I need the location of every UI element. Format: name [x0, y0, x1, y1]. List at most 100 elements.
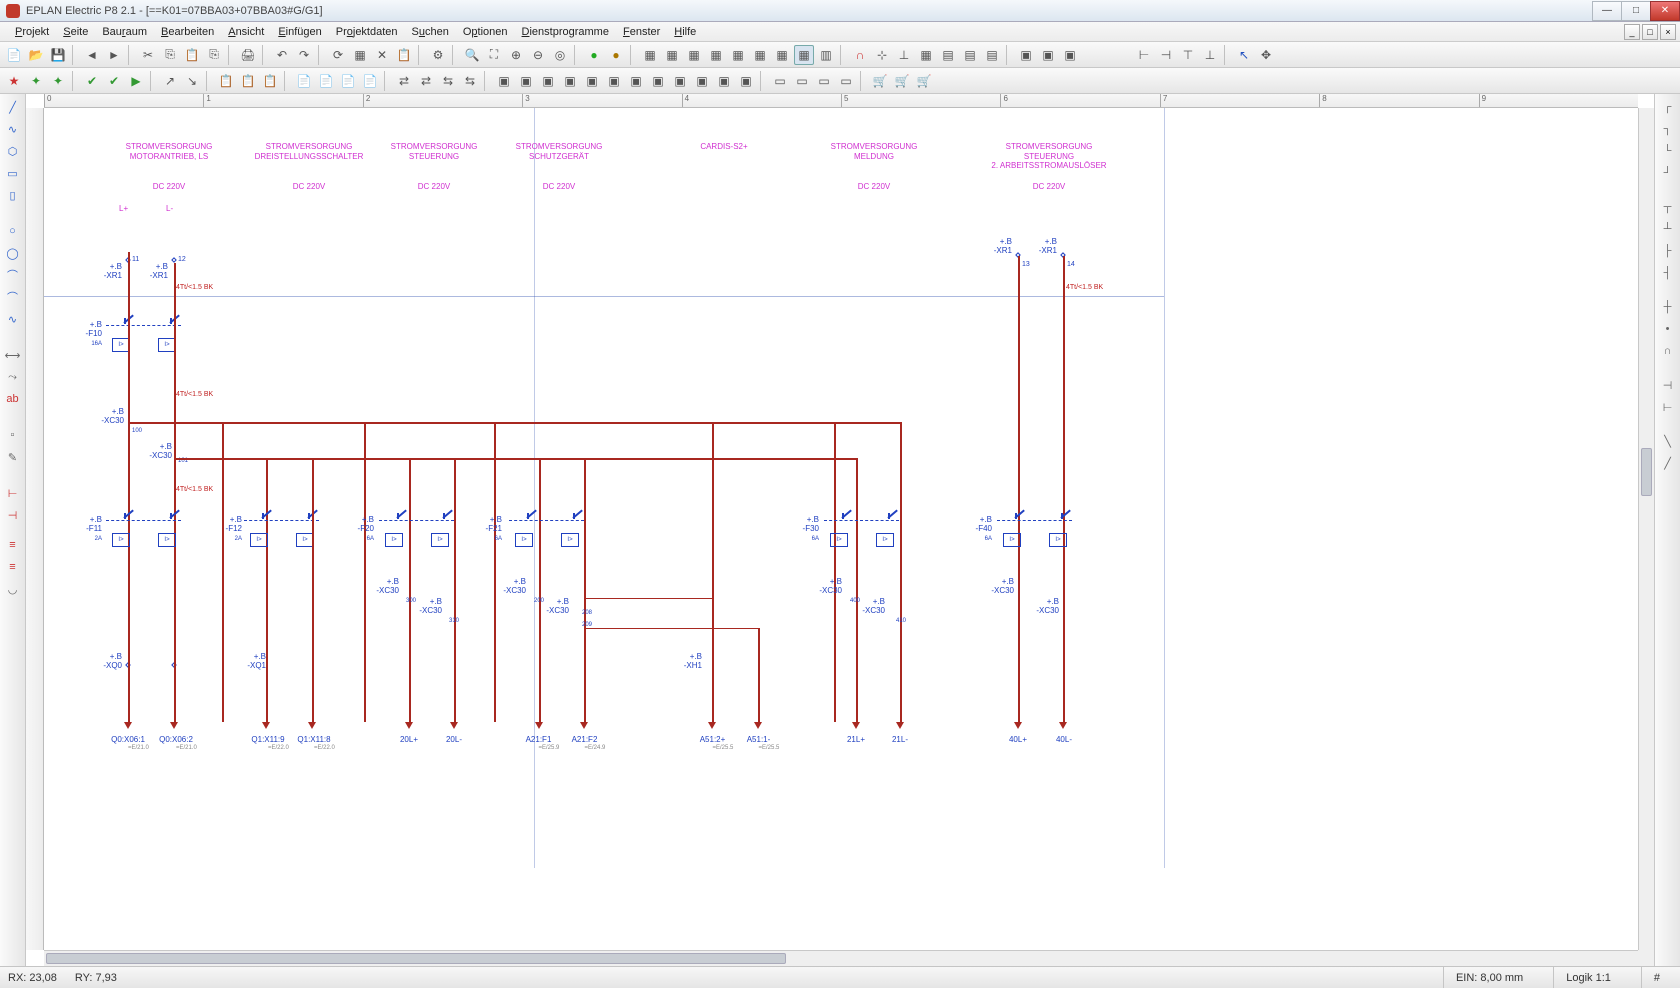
- tb-cut[interactable]: ✂: [138, 45, 158, 65]
- tb-snap[interactable]: ⊹: [872, 45, 892, 65]
- tb2-check[interactable]: ✔: [82, 71, 102, 91]
- menu-bearbeiten[interactable]: Bearbeiten: [154, 24, 221, 40]
- rt-cross-icon[interactable]: ┼: [1659, 298, 1677, 316]
- tb-view2[interactable]: ▦: [662, 45, 682, 65]
- rt-node-icon[interactable]: •: [1659, 320, 1677, 338]
- vt-spline-icon[interactable]: ∿: [4, 310, 22, 328]
- tb-paste[interactable]: 📋: [182, 45, 202, 65]
- close-button[interactable]: ✕: [1650, 1, 1680, 21]
- tb-redo[interactable]: ↷: [294, 45, 314, 65]
- menu-bauraum[interactable]: Bauraum: [95, 24, 154, 40]
- maximize-button[interactable]: □: [1621, 1, 1651, 21]
- tb2-part3[interactable]: ▣: [538, 71, 558, 91]
- vt-dim-icon[interactable]: ⟷: [4, 346, 22, 364]
- vt-path-icon[interactable]: ⤳: [4, 368, 22, 386]
- tb-undo[interactable]: ↶: [272, 45, 292, 65]
- tb-zoom-fit[interactable]: ⛶: [484, 45, 504, 65]
- vt-circle-icon[interactable]: ○: [4, 222, 22, 240]
- vt-intpoint1-icon[interactable]: ⊢: [4, 484, 22, 502]
- tb-print[interactable]: 🖨: [238, 45, 258, 65]
- tb-copy[interactable]: ⎘: [160, 45, 180, 65]
- tb2-cart2[interactable]: 🛒: [892, 71, 912, 91]
- vt-line-icon[interactable]: ╱: [4, 98, 22, 116]
- tb-view3[interactable]: ▦: [684, 45, 704, 65]
- menu-projekt[interactable]: Projekt: [8, 24, 56, 40]
- tb2-part10[interactable]: ▣: [692, 71, 712, 91]
- tb-navi3[interactable]: ▣: [1060, 45, 1080, 65]
- tb2-plc1[interactable]: ▭: [770, 71, 790, 91]
- vt-poly-icon[interactable]: ⬡: [4, 142, 22, 160]
- tb-layer3[interactable]: ▤: [982, 45, 1002, 65]
- vt-rect-icon[interactable]: ▭: [4, 164, 22, 182]
- tb2-doc3[interactable]: 📄: [338, 71, 358, 91]
- tb2-macro1[interactable]: ★: [4, 71, 24, 91]
- menu-projektdaten[interactable]: Projektdaten: [329, 24, 405, 40]
- tb-view5[interactable]: ▦: [728, 45, 748, 65]
- tb2-part2[interactable]: ▣: [516, 71, 536, 91]
- tb-navi2[interactable]: ▣: [1038, 45, 1058, 65]
- tb2-part6[interactable]: ▣: [604, 71, 624, 91]
- menu-ansicht[interactable]: Ansicht: [221, 24, 271, 40]
- tb-zoom-out[interactable]: ⊖: [528, 45, 548, 65]
- tb2-doc4[interactable]: 📄: [360, 71, 380, 91]
- tb-align[interactable]: ▦: [916, 45, 936, 65]
- vt-text-icon[interactable]: ab: [4, 390, 22, 408]
- drawing-area[interactable]: 0123456789 STROMVERSORGUNGMOTORANTRIEB, …: [26, 94, 1654, 966]
- tb-view7[interactable]: ▦: [772, 45, 792, 65]
- tb2-doc1[interactable]: 📄: [294, 71, 314, 91]
- tb2-report2[interactable]: 📋: [238, 71, 258, 91]
- tb-term2[interactable]: ⊣: [1156, 45, 1176, 65]
- tb-properties[interactable]: 📋: [394, 45, 414, 65]
- minimize-button[interactable]: —: [1592, 1, 1622, 21]
- rt-tee1-icon[interactable]: ┬: [1659, 198, 1677, 216]
- rt-tee4-icon[interactable]: ┤: [1659, 264, 1677, 282]
- tb2-part4[interactable]: ▣: [560, 71, 580, 91]
- tb2-sync1[interactable]: ⇄: [394, 71, 414, 91]
- tb-term1[interactable]: ⊢: [1134, 45, 1154, 65]
- rt-tee2-icon[interactable]: ┴: [1659, 220, 1677, 238]
- tb2-report3[interactable]: 📋: [260, 71, 280, 91]
- rt-corner3-icon[interactable]: └: [1659, 142, 1677, 160]
- tb-new[interactable]: 📄: [4, 45, 24, 65]
- tb-term3[interactable]: ⊤: [1178, 45, 1198, 65]
- tb2-sync3[interactable]: ⇆: [438, 71, 458, 91]
- tb-term4[interactable]: ⊥: [1200, 45, 1220, 65]
- tb2-part11[interactable]: ▣: [714, 71, 734, 91]
- tb-open[interactable]: 📂: [26, 45, 46, 65]
- vt-polyline-icon[interactable]: ∿: [4, 120, 22, 138]
- tb-view4[interactable]: ▦: [706, 45, 726, 65]
- vt-shield-icon[interactable]: ◡: [4, 580, 22, 598]
- tb2-eval[interactable]: ▶: [126, 71, 146, 91]
- tb-delete[interactable]: ✕: [372, 45, 392, 65]
- menu-optionen[interactable]: Optionen: [456, 24, 515, 40]
- vt-image-icon[interactable]: ▫: [4, 426, 22, 444]
- tb2-part12[interactable]: ▣: [736, 71, 756, 91]
- tb-next-page[interactable]: ►: [104, 45, 124, 65]
- tb-cursor[interactable]: ↖: [1234, 45, 1254, 65]
- rt-break2-icon[interactable]: ⊢: [1659, 398, 1677, 416]
- horizontal-scrollbar[interactable]: [44, 950, 1638, 966]
- vt-break-icon[interactable]: ≡: [4, 536, 22, 554]
- tb2-connect1[interactable]: ↗: [160, 71, 180, 91]
- tb-ortho[interactable]: ⊥: [894, 45, 914, 65]
- vscroll-thumb[interactable]: [1641, 448, 1652, 496]
- vt-intpoint2-icon[interactable]: ⊣: [4, 506, 22, 524]
- vt-arc2-icon[interactable]: ⌒: [4, 288, 22, 306]
- rt-corner1-icon[interactable]: ┌: [1659, 98, 1677, 116]
- tb2-sync2[interactable]: ⇄: [416, 71, 436, 91]
- tb2-part5[interactable]: ▣: [582, 71, 602, 91]
- vt-pencil-icon[interactable]: ✎: [4, 448, 22, 466]
- menu-seite[interactable]: Seite: [56, 24, 95, 40]
- tb-settings[interactable]: ⚙: [428, 45, 448, 65]
- tb-layer2[interactable]: ▤: [960, 45, 980, 65]
- rt-diag1-icon[interactable]: ╲: [1659, 432, 1677, 450]
- tb-move[interactable]: ✥: [1256, 45, 1276, 65]
- tb2-report[interactable]: 📋: [216, 71, 236, 91]
- menu-einfuegen[interactable]: Einfügen: [271, 24, 328, 40]
- tb2-part9[interactable]: ▣: [670, 71, 690, 91]
- tb2-part8[interactable]: ▣: [648, 71, 668, 91]
- tb2-plc2[interactable]: ▭: [792, 71, 812, 91]
- vt-break2-icon[interactable]: ≡: [4, 558, 22, 576]
- tb2-check2[interactable]: ✔: [104, 71, 124, 91]
- tb2-connect2[interactable]: ↘: [182, 71, 202, 91]
